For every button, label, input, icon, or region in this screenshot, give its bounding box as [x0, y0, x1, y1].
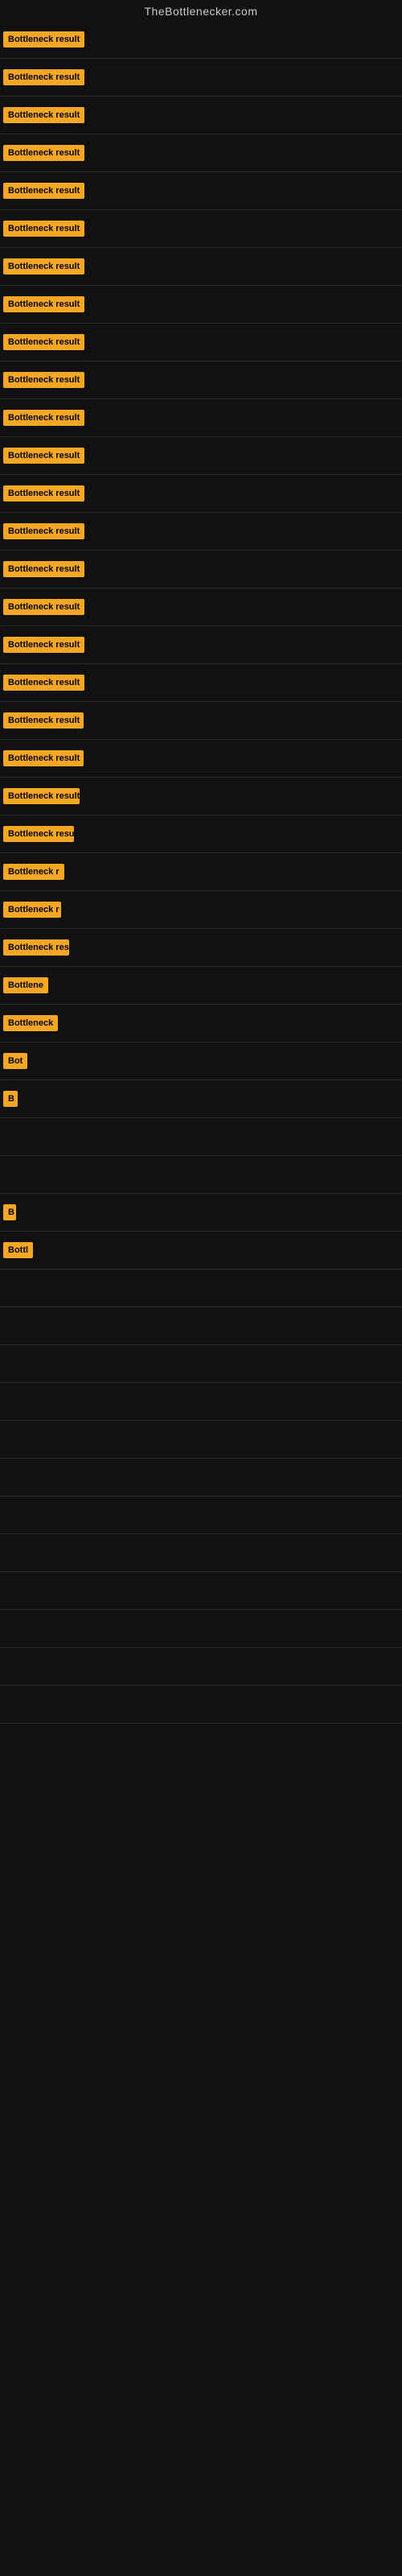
- bottleneck-badge: Bottleneck r: [3, 864, 64, 880]
- bottleneck-row: Bottleneck result: [0, 740, 402, 777]
- bottleneck-row: Bottleneck result: [0, 702, 402, 739]
- bottleneck-badge: Bottleneck r: [3, 902, 61, 918]
- bottleneck-badge: Bottleneck result: [3, 69, 84, 85]
- bottleneck-badge: Bottleneck result: [3, 675, 84, 691]
- bottleneck-badge: B: [3, 1204, 16, 1220]
- bottleneck-badge: Bottleneck result: [3, 712, 84, 729]
- bottleneck-row: Bottleneck result: [0, 778, 402, 815]
- bottleneck-row: Bottleneck result: [0, 59, 402, 96]
- bottleneck-row: [0, 1269, 402, 1307]
- bottleneck-badge: Bottleneck result: [3, 372, 84, 388]
- bottleneck-badge: Bottleneck result: [3, 221, 84, 237]
- bottleneck-row: Bottleneck result: [0, 134, 402, 171]
- bottleneck-row: [0, 1648, 402, 1685]
- bottleneck-row: Bottl: [0, 1232, 402, 1269]
- bottleneck-row: [0, 1686, 402, 1723]
- bottleneck-badge: Bottleneck result: [3, 523, 84, 539]
- rows-container: Bottleneck result Bottleneck result Bottle…: [0, 21, 402, 1724]
- bottleneck-row: Bottleneck result: [0, 361, 402, 398]
- bottleneck-badge: B: [3, 1091, 18, 1107]
- bottleneck-row: [0, 1421, 402, 1458]
- bottleneck-badge: Bottleneck result: [3, 448, 84, 464]
- bottleneck-badge: Bottleneck result: [3, 637, 84, 653]
- bottleneck-row: [0, 1496, 402, 1534]
- bottleneck-row: Bottleneck r: [0, 853, 402, 890]
- bottleneck-badge: Bottleneck result: [3, 183, 84, 199]
- bottleneck-row: Bottleneck result: [0, 399, 402, 436]
- bottleneck-row: Bottleneck result: [0, 97, 402, 134]
- bottleneck-row: Bottleneck result: [0, 210, 402, 247]
- bottleneck-row: Bottleneck result: [0, 248, 402, 285]
- bottleneck-badge: Bottleneck result: [3, 296, 84, 312]
- bottleneck-row: [0, 1459, 402, 1496]
- bottleneck-row: Bottlene: [0, 967, 402, 1004]
- bottleneck-row: [0, 1534, 402, 1571]
- bottleneck-row: Bottleneck result: [0, 286, 402, 323]
- bottleneck-badge: Bottleneck result: [3, 485, 84, 502]
- bottleneck-row: Bottleneck result: [0, 664, 402, 701]
- bottleneck-row: Bottleneck res: [0, 929, 402, 966]
- bottleneck-badge: Bottl: [3, 1242, 33, 1258]
- bottleneck-badge: Bottleneck result: [3, 258, 84, 275]
- bottleneck-row: [0, 1307, 402, 1344]
- bottleneck-badge: Bottleneck result: [3, 561, 84, 577]
- bottleneck-row: Bottleneck result: [0, 324, 402, 361]
- bottleneck-row: B: [0, 1194, 402, 1231]
- bottleneck-badge: Bottleneck result: [3, 31, 84, 47]
- bottleneck-badge: Bottleneck result: [3, 107, 84, 123]
- bottleneck-badge: Bottleneck result: [3, 599, 84, 615]
- page-container: TheBottlenecker.com Bottleneck resultBot…: [0, 0, 402, 2576]
- bottleneck-badge: Bottlene: [3, 977, 48, 993]
- bottleneck-row: [0, 1156, 402, 1193]
- bottleneck-badge: Bottleneck res: [3, 939, 69, 956]
- bottleneck-row: [0, 1610, 402, 1647]
- bottleneck-badge: Bottleneck result: [3, 334, 84, 350]
- bottleneck-row: Bottleneck result: [0, 172, 402, 209]
- bottleneck-row: Bottleneck result: [0, 513, 402, 550]
- site-title: TheBottlenecker.com: [0, 0, 402, 21]
- bottleneck-row: Bottleneck result: [0, 626, 402, 663]
- bottleneck-row: Bottleneck result: [0, 437, 402, 474]
- bottleneck-badge: Bottleneck result: [3, 145, 84, 161]
- bottleneck-row: Bottleneck: [0, 1005, 402, 1042]
- bottleneck-badge: Bottleneck result: [3, 750, 84, 766]
- bottleneck-badge: Bottleneck result: [3, 788, 80, 804]
- bottleneck-badge: Bot: [3, 1053, 27, 1069]
- bottleneck-badge: Bottleneck result: [3, 410, 84, 426]
- bottleneck-badge: Bottleneck result: [3, 826, 74, 842]
- bottleneck-row: Bottleneck result: [0, 21, 402, 58]
- bottleneck-row: B: [0, 1080, 402, 1117]
- bottleneck-row: Bottleneck r: [0, 891, 402, 928]
- bottleneck-row: [0, 1383, 402, 1420]
- bottleneck-row: [0, 1345, 402, 1382]
- bottleneck-row: Bottleneck result: [0, 588, 402, 625]
- bottleneck-row: [0, 1572, 402, 1609]
- bottleneck-row: Bottleneck result: [0, 815, 402, 852]
- bottleneck-row: Bottleneck result: [0, 475, 402, 512]
- bottleneck-row: [0, 1118, 402, 1155]
- bottleneck-row: Bot: [0, 1042, 402, 1080]
- bottleneck-row: Bottleneck result: [0, 551, 402, 588]
- bottleneck-badge: Bottleneck: [3, 1015, 58, 1031]
